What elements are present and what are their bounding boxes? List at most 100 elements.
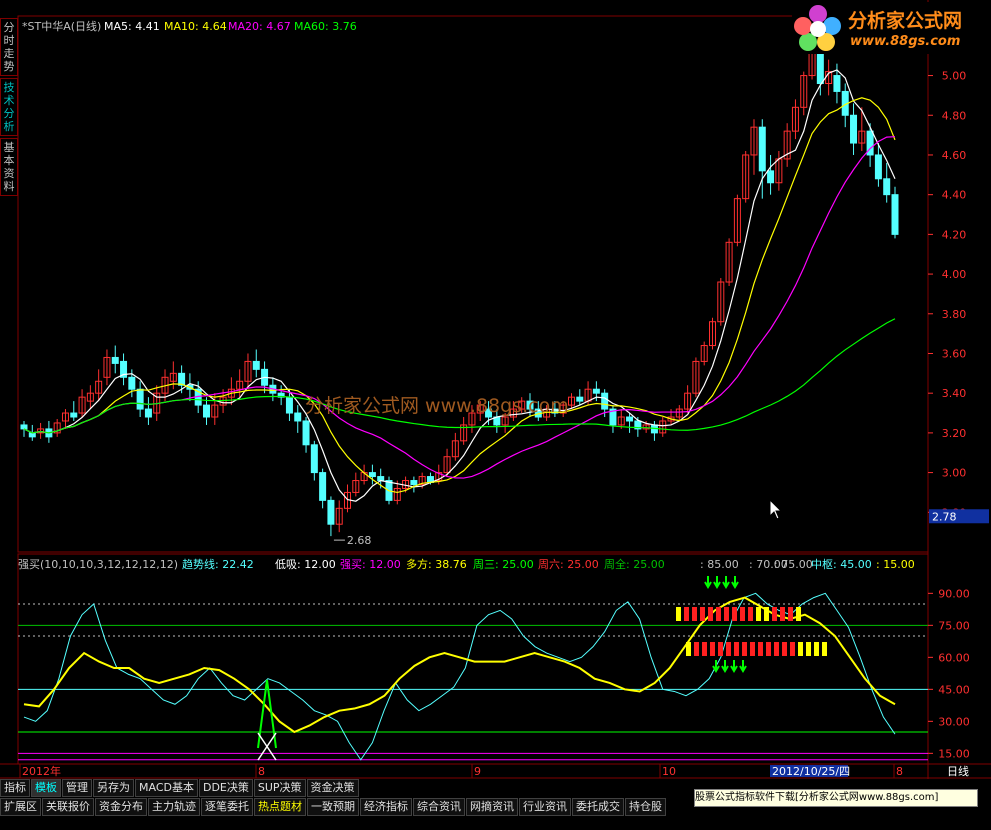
- logo-name: 分析家公式网: [848, 10, 963, 32]
- tab-technical[interactable]: 技术分析: [0, 78, 18, 136]
- toolbar-manage[interactable]: 管理: [62, 779, 92, 797]
- signal-bar: [798, 642, 803, 656]
- signal-bar: [806, 642, 811, 656]
- signal-bar: [700, 607, 705, 621]
- candle-body: [833, 75, 841, 92]
- ind-axis-label: 45.00: [938, 683, 970, 696]
- tab-timeshare[interactable]: 分时走势: [0, 18, 18, 76]
- signal-bar: [742, 642, 747, 656]
- signal-bar: [822, 642, 827, 656]
- tb2-expect[interactable]: 一致预期: [307, 798, 359, 816]
- time-highlight: 2012/10/25/四: [772, 765, 850, 778]
- ind-axis-label: 15.00: [938, 747, 970, 760]
- toolbar-sup[interactable]: SUP决策: [253, 779, 306, 797]
- candle-body: [327, 499, 335, 525]
- mouse-cursor-icon: [769, 498, 783, 520]
- tb2-news[interactable]: 综合资讯: [413, 798, 465, 816]
- toolbar-funds[interactable]: 资金决策: [306, 779, 359, 797]
- signal-bar: [676, 607, 681, 621]
- ind-axis-label: 30.00: [938, 715, 970, 728]
- time-label: 10: [662, 765, 676, 778]
- signal-bar: [764, 607, 769, 621]
- toolbar-save-as[interactable]: 另存为: [93, 779, 134, 797]
- low-price-label: 2.68: [347, 534, 372, 547]
- signal-bar: [780, 607, 785, 621]
- candle-body: [144, 408, 152, 418]
- header-stock: *ST中华A(日线): [22, 19, 101, 33]
- tb2-ext[interactable]: 扩展区: [0, 798, 41, 816]
- price-axis-label: 4.00: [942, 268, 967, 281]
- signal-bar: [748, 607, 753, 621]
- tb2-quote[interactable]: 关联报价: [42, 798, 94, 816]
- tb2-industry[interactable]: 行业资讯: [519, 798, 571, 816]
- ind-axis-label: 60.00: [938, 651, 970, 664]
- ind-buy: 强买: 12.00: [340, 558, 401, 571]
- header-ma20: MA20: 4.67: [228, 20, 291, 33]
- signal-bar: [726, 642, 731, 656]
- toolbar-template[interactable]: 模板: [31, 779, 61, 797]
- candle-body: [368, 472, 376, 478]
- candle-body: [767, 170, 775, 184]
- tb2-holding[interactable]: 持仓股: [625, 798, 666, 816]
- candle-body: [128, 376, 136, 390]
- price-axis-label: 3.20: [942, 427, 967, 440]
- candle-body: [319, 472, 327, 501]
- tb2-hot[interactable]: 热点题材: [254, 798, 306, 816]
- ind-axis-label: 90.00: [938, 587, 970, 600]
- candle-body: [202, 404, 210, 418]
- candle-body: [592, 388, 600, 394]
- signal-bar: [750, 642, 755, 656]
- signal-bar: [796, 607, 801, 621]
- toolbar-dde[interactable]: DDE决策: [198, 779, 253, 797]
- tb2-trades[interactable]: 委托成交: [572, 798, 624, 816]
- candle-body: [891, 194, 899, 235]
- toolbar-macd[interactable]: MACD基本: [135, 779, 198, 797]
- watermark-text: 分析家公式网 www.88gs.com: [305, 395, 569, 417]
- logo-url: www.88gs.com: [850, 34, 961, 49]
- time-label: 8: [258, 765, 265, 778]
- signal-bar: [756, 607, 761, 621]
- ma20-line: [23, 136, 896, 479]
- site-logo: 分析家公式网 www.88gs.com: [792, 2, 988, 54]
- tb2-econ[interactable]: 经济指标: [360, 798, 412, 816]
- signal-bar: [718, 642, 723, 656]
- candle-body: [758, 126, 766, 172]
- tb2-track[interactable]: 主力轨迹: [148, 798, 200, 816]
- signal-bar: [788, 607, 793, 621]
- price-axis-label: 4.60: [942, 149, 967, 162]
- signal-bar: [694, 642, 699, 656]
- header-ma60: MA60: 3.76: [294, 20, 357, 33]
- ind-low: 低吸: 12.00: [275, 558, 336, 571]
- candle-body: [850, 114, 858, 144]
- ind-p75: : 75.00: [774, 558, 813, 571]
- candle-body: [302, 420, 310, 446]
- tb2-funds[interactable]: 资金分布: [95, 798, 147, 816]
- toolbar-indicator[interactable]: 指标: [0, 779, 30, 797]
- signal-bar: [702, 642, 707, 656]
- ind-trend: 趋势线: 22.42: [182, 557, 254, 571]
- signal-bar: [772, 607, 777, 621]
- current-price-tag: 2.78: [932, 510, 957, 523]
- chart-stage: *ST中华A(日线) MA5: 4.41 MA10: 4.64 MA20: 4.67 M…: [0, 0, 991, 827]
- price-axis-label: 4.80: [942, 109, 967, 122]
- tb2-order[interactable]: 逐笔委托: [201, 798, 253, 816]
- signal-bar: [716, 607, 721, 621]
- signal-bar: [758, 642, 763, 656]
- period-label: 日线: [947, 764, 969, 778]
- candle-body: [310, 444, 318, 474]
- candle-body: [285, 396, 293, 414]
- candle-body: [294, 412, 302, 422]
- tb2-digest[interactable]: 网摘资讯: [466, 798, 518, 816]
- ind-axis-label: 75.00: [938, 619, 970, 632]
- ind-long: 多方: 38.76: [406, 557, 467, 571]
- promo-tooltip: 股票公式指标软件下载[分析家公式网www.88gs.com]: [694, 789, 978, 807]
- price-axis-label: 4.40: [942, 189, 967, 202]
- candle-body: [252, 360, 260, 370]
- candle-body: [111, 356, 119, 364]
- price-axis-label: 3.80: [942, 308, 967, 321]
- candle-body: [178, 372, 186, 386]
- candle-body: [601, 392, 609, 410]
- signal-bar: [782, 642, 787, 656]
- tab-fundamental[interactable]: 基本资料: [0, 138, 18, 196]
- price-axis-label: 5.00: [942, 70, 967, 83]
